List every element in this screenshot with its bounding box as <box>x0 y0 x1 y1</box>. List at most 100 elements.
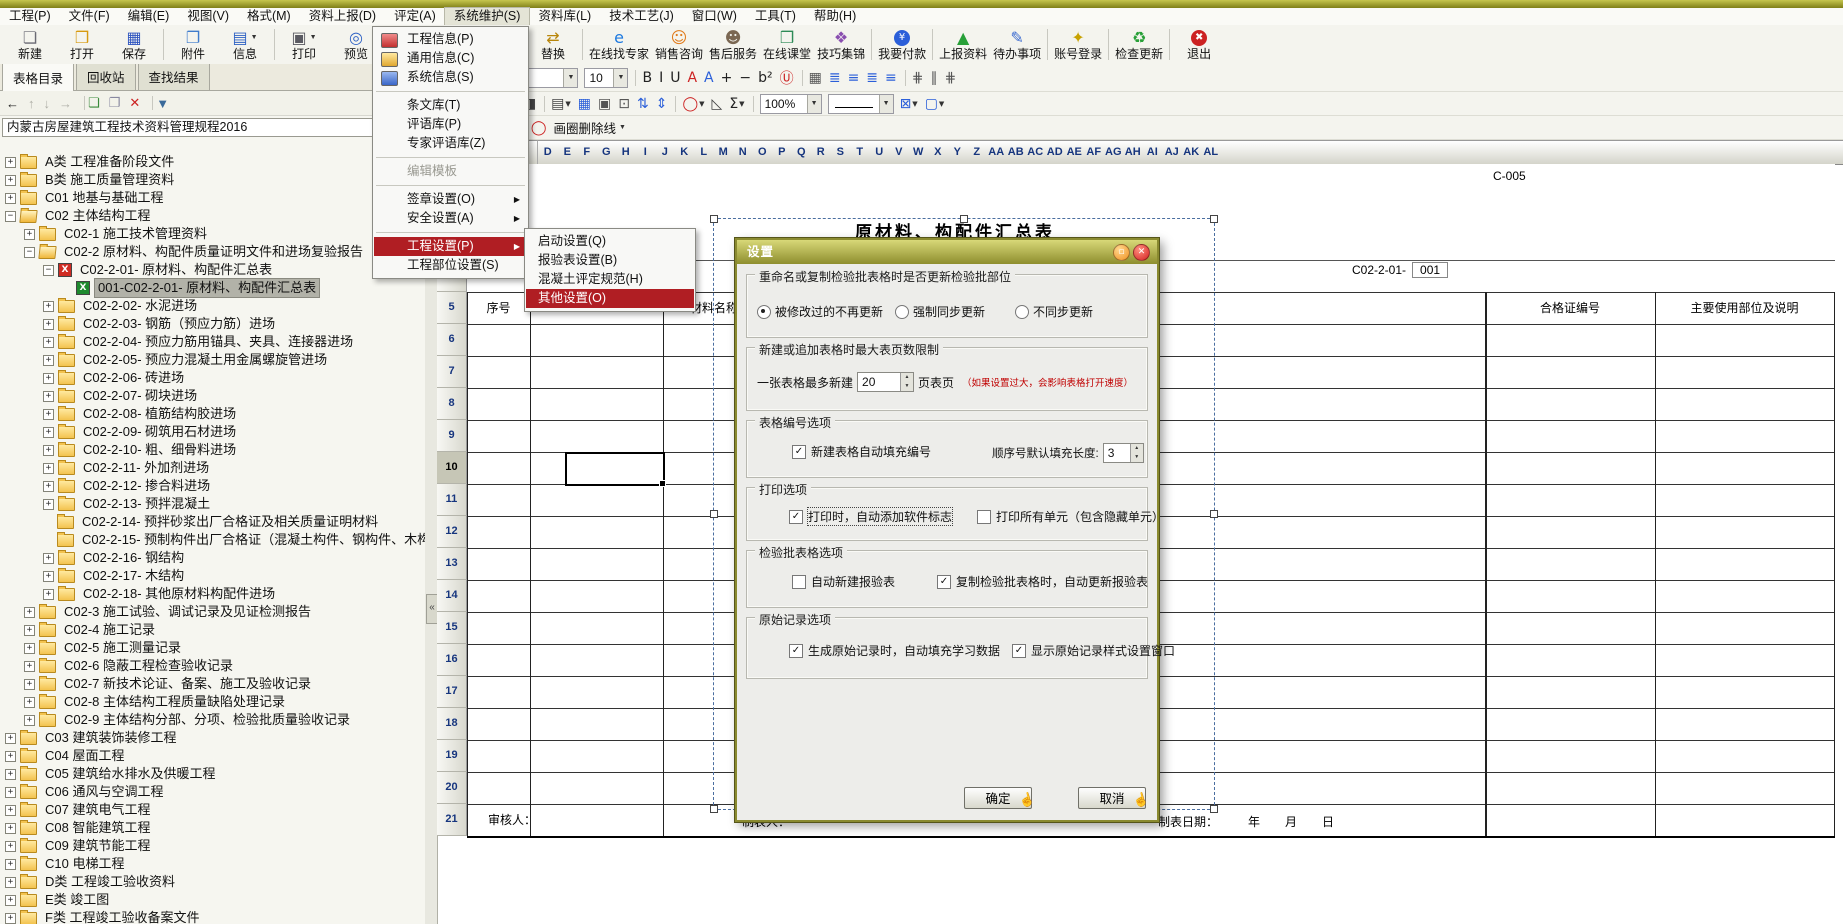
chevron-down-icon[interactable]: ▼ <box>739 100 744 108</box>
bold-icon[interactable]: B <box>642 70 652 86</box>
column-header[interactable]: AG <box>1104 140 1125 165</box>
chevron-down-icon[interactable]: ▼ <box>699 100 704 108</box>
radio-option[interactable]: 被修改过的不再更新 <box>757 303 883 320</box>
tree-expand-toggle[interactable]: + <box>43 301 54 312</box>
column-header[interactable]: AE <box>1065 140 1086 165</box>
tree-item[interactable]: +C10 电梯工程 <box>0 855 425 873</box>
column-header[interactable]: J <box>655 140 676 165</box>
tree-item[interactable]: +C02-5 施工测量记录 <box>0 639 425 657</box>
tree-item[interactable]: +C02-2-03- 钢筋（预应力筋）进场 <box>0 315 425 333</box>
checkbox-icon[interactable] <box>1012 644 1026 658</box>
radio-icon[interactable] <box>1015 305 1029 319</box>
chevron-down-icon[interactable]: ▼ <box>613 69 627 87</box>
exit-button[interactable]: ✖退出 <box>1173 25 1225 64</box>
column-header[interactable]: R <box>811 140 832 165</box>
resize-handle[interactable] <box>1210 215 1218 223</box>
column-header[interactable]: D <box>538 140 559 165</box>
number-spinner[interactable]: 20▲▼ <box>857 372 914 392</box>
row-header[interactable]: 16 <box>437 644 467 676</box>
checkbox-option[interactable]: 生成原始记录时，自动填充学习数据 <box>789 642 1000 659</box>
column-header[interactable]: T <box>850 140 871 165</box>
menubar-item-0[interactable]: 工程(P) <box>0 8 60 25</box>
tree-item[interactable]: +C02-6 隐蔽工程检查验收记录 <box>0 657 425 675</box>
service-button[interactable]: ☻售后服务 <box>706 25 760 64</box>
tree-expand-toggle[interactable]: − <box>24 247 35 258</box>
column-header[interactable]: AC <box>1026 140 1047 165</box>
print-button[interactable]: ▣▼打印 <box>278 25 330 64</box>
font-size-select[interactable]: 10▼ <box>584 68 628 88</box>
tree-item[interactable]: +C08 智能建筑工程 <box>0 819 425 837</box>
tree-item[interactable]: +C07 建筑电气工程 <box>0 801 425 819</box>
row-spacing-icon[interactable]: ⋕ <box>912 70 924 86</box>
lock-cell-icon[interactable]: ⊡ <box>618 96 630 112</box>
tab-catalog[interactable]: 表格目录 <box>2 64 74 91</box>
info-button[interactable]: ▤▼信息 <box>219 25 271 64</box>
table-style-icon[interactable]: ▤▼ <box>551 96 571 112</box>
chevron-down-icon[interactable]: ▼ <box>619 124 626 131</box>
row-header[interactable]: 11 <box>437 484 467 516</box>
col-spacing-icon[interactable]: ∥ <box>931 70 938 86</box>
diagonal-line-icon[interactable]: ◺ <box>712 96 723 112</box>
column-header[interactable]: F <box>577 140 598 165</box>
checkbox-icon[interactable] <box>789 644 803 658</box>
radio-icon[interactable] <box>757 305 771 319</box>
column-header[interactable]: AJ <box>1162 140 1183 165</box>
column-header[interactable]: X <box>928 140 949 165</box>
tree-item[interactable]: +C05 建筑给水排水及供暖工程 <box>0 765 425 783</box>
menu-item[interactable]: 通用信息(C) <box>374 49 527 68</box>
tree-expand-toggle[interactable]: − <box>43 265 54 276</box>
fill-none-icon[interactable]: ▢▼ <box>925 96 945 112</box>
special-symbol-icon[interactable]: Ⓤ <box>780 68 794 88</box>
sales-button[interactable]: ☺销售咨询 <box>652 25 706 64</box>
checkbox-icon[interactable] <box>937 575 951 589</box>
tree-expand-toggle[interactable]: + <box>5 841 16 852</box>
tree-item[interactable]: +C02-4 施工记录 <box>0 621 425 639</box>
column-header[interactable]: AA <box>987 140 1008 165</box>
update-button[interactable]: ♻检查更新 <box>1112 25 1166 64</box>
tree-expand-toggle[interactable]: + <box>24 715 35 726</box>
row-header[interactable]: 10 <box>437 452 467 484</box>
circle-strikeout-button[interactable]: 画圈删除线 <box>554 118 617 137</box>
italic-icon[interactable]: I <box>659 70 663 86</box>
column-header[interactable]: M <box>714 140 735 165</box>
tree-item[interactable]: +E类 竣工图 <box>0 891 425 909</box>
tree-expand-toggle[interactable]: + <box>43 571 54 582</box>
tree-item[interactable]: C02-2-14- 预拌砂浆出厂合格证及相关质量证明材料 <box>0 513 425 531</box>
row-header[interactable]: 20 <box>437 772 467 804</box>
column-header[interactable]: S <box>831 140 852 165</box>
tree-item[interactable]: +C02-2-04- 预应力筋用锚具、夹具、连接器进场 <box>0 333 425 351</box>
nav-forward-icon[interactable]: → <box>59 96 72 111</box>
resize-handle[interactable] <box>960 215 968 223</box>
submenu-item[interactable]: 报验表设置(B) <box>526 251 694 270</box>
tree-expand-toggle[interactable]: + <box>5 859 16 870</box>
todo-button[interactable]: ✎待办事项 <box>990 25 1044 64</box>
spinner-down-icon[interactable]: ▼ <box>901 382 913 391</box>
active-cell[interactable] <box>565 452 665 486</box>
font-color-icon[interactable]: A <box>687 70 697 86</box>
column-header[interactable]: AD <box>1045 140 1066 165</box>
tree-expand-toggle[interactable]: + <box>24 661 35 672</box>
tree-expand-toggle[interactable]: + <box>43 463 54 474</box>
nav-down-icon[interactable]: ↓ <box>44 96 51 111</box>
tree-expand-toggle[interactable]: + <box>24 643 35 654</box>
row-header[interactable]: 5 <box>437 292 467 324</box>
tree-item[interactable]: +C01 地基与基础工程 <box>0 189 425 207</box>
superscript-icon[interactable]: b² <box>758 70 773 86</box>
border-grid-icon[interactable]: ▦ <box>809 70 822 86</box>
column-header[interactable]: AB <box>1006 140 1027 165</box>
tree-expand-toggle[interactable]: + <box>24 679 35 690</box>
checkbox-icon[interactable] <box>792 445 806 459</box>
tree-expand-toggle[interactable]: + <box>43 481 54 492</box>
column-header[interactable]: AK <box>1182 140 1203 165</box>
tree-item[interactable]: +C02-2-06- 砖进场 <box>0 369 425 387</box>
menu-item[interactable]: 评语库(P) <box>374 115 527 134</box>
ok-button[interactable]: 确定☝ <box>964 787 1032 809</box>
checkbox-option[interactable]: 复制检验批表格时，自动更新报验表 <box>937 573 1148 590</box>
upload-button[interactable]: ▲上报资料 <box>936 25 990 64</box>
menu-item[interactable]: 条文库(T) <box>374 96 527 115</box>
open-button[interactable]: ❒打开 <box>56 25 108 64</box>
copy-form-icon[interactable]: ❐ <box>109 95 121 111</box>
column-header[interactable]: W <box>909 140 930 165</box>
tree-expand-toggle[interactable]: + <box>5 769 16 780</box>
resize-handle[interactable] <box>710 510 718 518</box>
